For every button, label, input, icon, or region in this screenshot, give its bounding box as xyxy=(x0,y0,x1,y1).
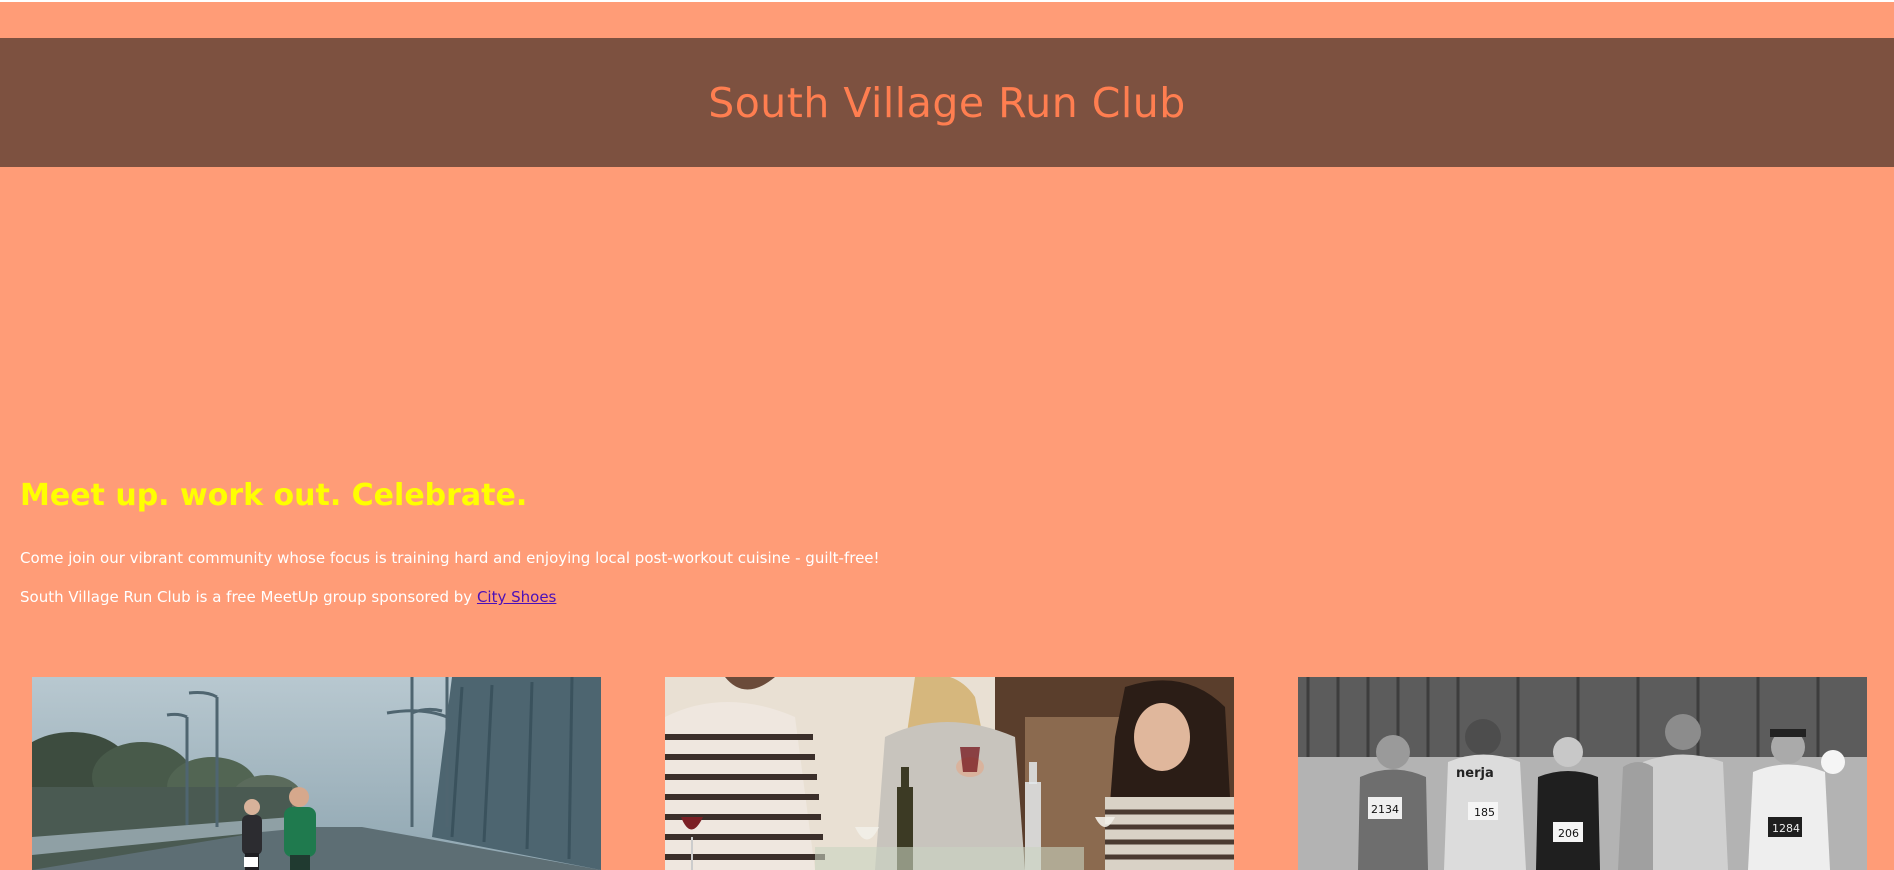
runners-on-bridge-image xyxy=(32,677,601,870)
runners-on-bridge-photo xyxy=(32,677,601,870)
friends-dining-photo xyxy=(665,677,1234,870)
sponsor-paragraph: South Village Run Club is a free MeetUp … xyxy=(20,588,556,606)
bib-1284: 1284 xyxy=(1772,822,1800,835)
site-header: South Village Run Club xyxy=(0,38,1894,167)
friends-dining-image xyxy=(665,677,1234,870)
bib-206: 206 xyxy=(1558,827,1579,840)
top-strip xyxy=(0,0,1894,2)
tagline: Meet up. work out. Celebrate. xyxy=(20,478,528,513)
runner-shirt-text: nerja xyxy=(1456,766,1494,781)
marathon-runners-image: 2134 nerja 185 206 1284 xyxy=(1298,677,1867,870)
intro-description: Come join our vibrant community whose fo… xyxy=(20,549,880,567)
sponsor-text: South Village Run Club is a free MeetUp … xyxy=(20,588,477,606)
bib-185: 185 xyxy=(1474,806,1495,819)
site-title: South Village Run Club xyxy=(708,78,1186,127)
bib-2134: 2134 xyxy=(1371,803,1399,816)
marathon-runners-photo: 2134 nerja 185 206 1284 xyxy=(1298,677,1867,870)
sponsor-link[interactable]: City Shoes xyxy=(477,588,556,606)
